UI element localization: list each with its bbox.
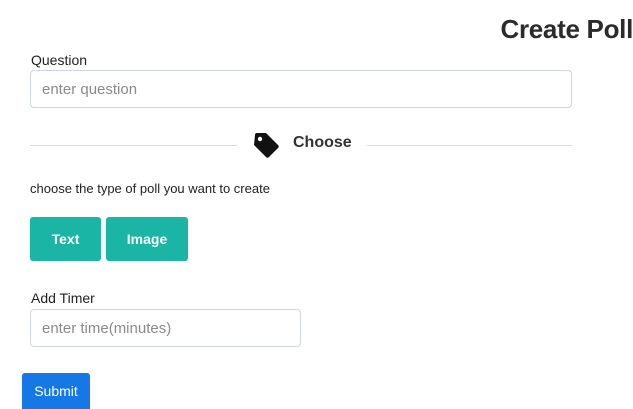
image-poll-button[interactable]: Image [106, 217, 188, 261]
tag-icon [254, 133, 279, 158]
timer-label: Add Timer [31, 290, 95, 306]
question-input[interactable] [30, 70, 572, 108]
question-label: Question [31, 52, 88, 68]
text-poll-button[interactable]: Text [30, 217, 101, 261]
divider-line-left [30, 145, 237, 146]
timer-input[interactable] [30, 309, 301, 347]
divider-line-right [367, 145, 572, 146]
divider-label: Choose [293, 134, 352, 151]
page-title: Create Poll [500, 14, 633, 44]
submit-button[interactable]: Submit [22, 373, 90, 409]
poll-type-helper-text: choose the type of poll you want to crea… [30, 181, 270, 196]
